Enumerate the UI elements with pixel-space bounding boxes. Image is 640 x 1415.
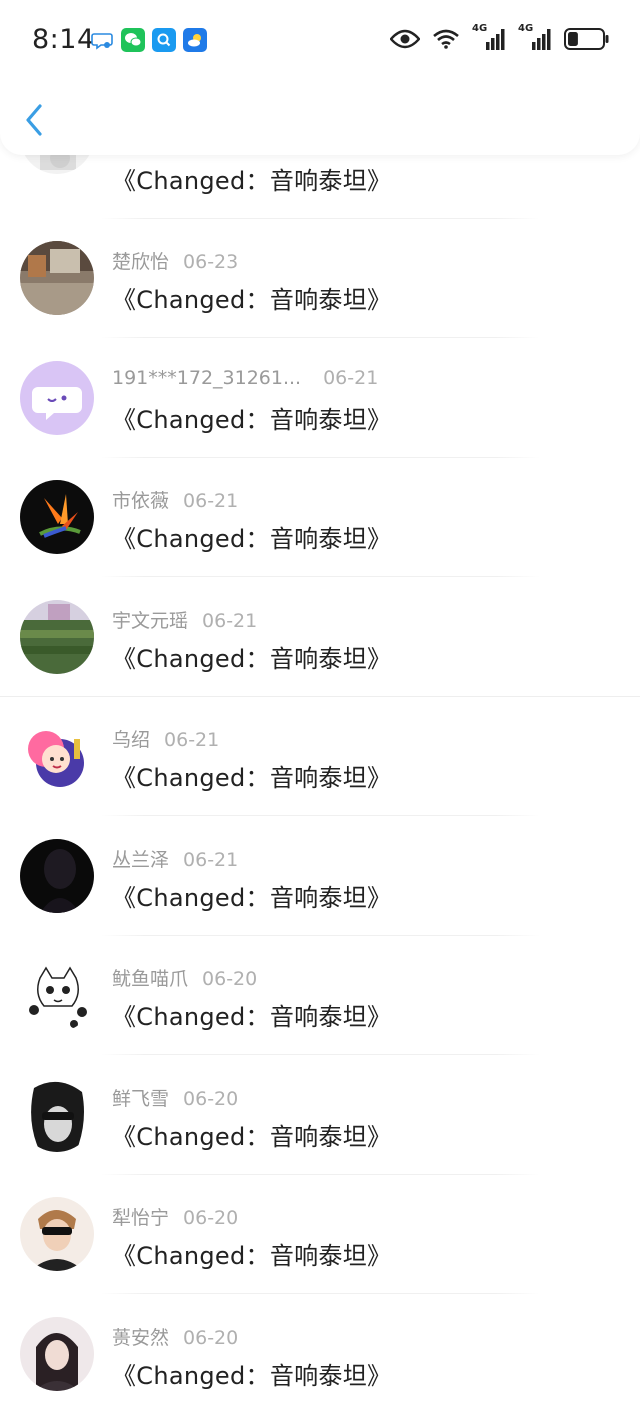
comment-meta: 楚欣怡 06-23: [112, 247, 238, 274]
list-item[interactable]: 市依薇 06-21 《Changed：音响泰坦》: [0, 458, 640, 578]
comment-text: 《Changed：音响泰坦》: [112, 883, 392, 912]
chevron-left-icon: [26, 104, 42, 136]
status-time: 8:14: [32, 24, 95, 55]
message-bubble-icon: [90, 28, 114, 52]
list-item[interactable]: 丛兰泽 06-21 《Changed：音响泰坦》: [0, 817, 640, 937]
weather-app-icon: [183, 28, 207, 52]
user-name[interactable]: 鱿鱼喵爪: [112, 968, 188, 990]
comment-text: 《Changed：音响泰坦》: [112, 1003, 392, 1031]
comment-date: 06-21: [202, 609, 258, 632]
cellular-signal-icon: 4G: [518, 23, 552, 52]
user-name[interactable]: 楚欣怡: [112, 251, 169, 273]
comment-text: 《Changed：音响泰坦》: [112, 1122, 392, 1151]
comment-date: 06-21: [323, 366, 379, 389]
comment-meta: 乌绍 06-21: [112, 725, 219, 752]
eye-icon: [390, 29, 420, 49]
list-item[interactable]: 鲜飞雪 06-20 《Changed：音响泰坦》: [0, 1056, 640, 1176]
avatar[interactable]: [20, 838, 94, 913]
top-bar: 8:14 4G 4G: [0, 0, 640, 155]
avatar[interactable]: [20, 1077, 94, 1152]
wifi-icon: [433, 29, 459, 49]
comment-date: 06-20: [183, 1326, 239, 1349]
comment-date: 06-21: [183, 490, 239, 512]
comment-text: 《Changed：音响泰坦》: [112, 167, 392, 195]
avatar[interactable]: [20, 599, 94, 674]
list-item[interactable]: 宇文元瑶 06-21 《Changed：音响泰坦》: [0, 578, 640, 698]
avatar[interactable]: [20, 241, 94, 315]
user-name[interactable]: 鲜飞雪: [112, 1088, 169, 1110]
cellular-signal-icon: 4G: [472, 23, 506, 52]
comment-text: 《Changed：音响泰坦》: [112, 525, 392, 553]
list-item[interactable]: 楚欣怡 06-23 《Changed：音响泰坦》: [0, 219, 640, 339]
comment-date: 06-21: [164, 729, 220, 751]
comment-text: 《Changed：音响泰坦》: [112, 286, 392, 314]
comment-meta: 蒉安然 06-20: [112, 1323, 238, 1350]
comment-date: 06-23: [183, 251, 239, 273]
user-name[interactable]: 丛兰泽: [112, 849, 169, 871]
user-name[interactable]: 犁怡宁: [112, 1207, 169, 1229]
battery-icon: [564, 27, 610, 51]
comment-meta: 鲜飞雪 06-20: [112, 1084, 238, 1111]
avatar[interactable]: [20, 719, 94, 793]
avatar[interactable]: [20, 958, 94, 1032]
comment-text: 《Changed：音响泰坦》: [112, 405, 392, 434]
status-icons: 4G 4G: [390, 23, 610, 52]
search-app-icon: [152, 28, 176, 52]
avatar[interactable]: [20, 360, 94, 435]
avatar[interactable]: [20, 1197, 94, 1271]
user-name[interactable]: 市依薇: [112, 490, 169, 512]
avatar[interactable]: [20, 1316, 94, 1391]
comment-meta: 鱿鱼喵爪 06-20: [112, 964, 257, 991]
comment-meta: 丛兰泽 06-21: [112, 845, 238, 872]
comment-text: 《Changed：音响泰坦》: [112, 1242, 392, 1270]
comment-list[interactable]: 《Changed：音响泰坦》 楚欣怡 06-23 《Changed：音响泰坦》 1…: [0, 0, 640, 1415]
comment-text: 《Changed：音响泰坦》: [112, 644, 392, 673]
wechat-icon: [121, 28, 145, 52]
comment-meta: 市依薇 06-21: [112, 486, 238, 513]
user-name[interactable]: 宇文元瑶: [112, 610, 188, 632]
comment-text: 《Changed：音响泰坦》: [112, 1361, 392, 1390]
list-item[interactable]: 鱿鱼喵爪 06-20 《Changed：音响泰坦》: [0, 936, 640, 1056]
list-item[interactable]: 191***172_31261... 06-21 《Changed：音响泰坦》: [0, 339, 640, 459]
list-item[interactable]: 乌绍 06-21 《Changed：音响泰坦》: [0, 697, 640, 817]
comment-date: 06-20: [183, 1087, 239, 1110]
comment-meta: 犁怡宁 06-20: [112, 1203, 238, 1230]
comment-text: 《Changed：音响泰坦》: [112, 764, 392, 792]
avatar[interactable]: [20, 480, 94, 554]
comment-meta: 191***172_31261... 06-21: [112, 367, 378, 389]
comment-date: 06-20: [202, 968, 258, 990]
user-name[interactable]: 乌绍: [112, 729, 150, 751]
comment-date: 06-20: [183, 1207, 239, 1229]
back-button[interactable]: [20, 98, 50, 142]
user-name[interactable]: 191***172_31261...: [112, 367, 301, 389]
list-item[interactable]: 蒉安然 06-20 《Changed：音响泰坦》: [0, 1295, 640, 1415]
comment-meta: 宇文元瑶 06-21: [112, 606, 257, 633]
list-item[interactable]: 犁怡宁 06-20 《Changed：音响泰坦》: [0, 1175, 640, 1295]
user-name[interactable]: 蒉安然: [112, 1327, 169, 1349]
status-bar: 8:14 4G 4G: [0, 0, 640, 80]
comment-date: 06-21: [183, 848, 239, 871]
